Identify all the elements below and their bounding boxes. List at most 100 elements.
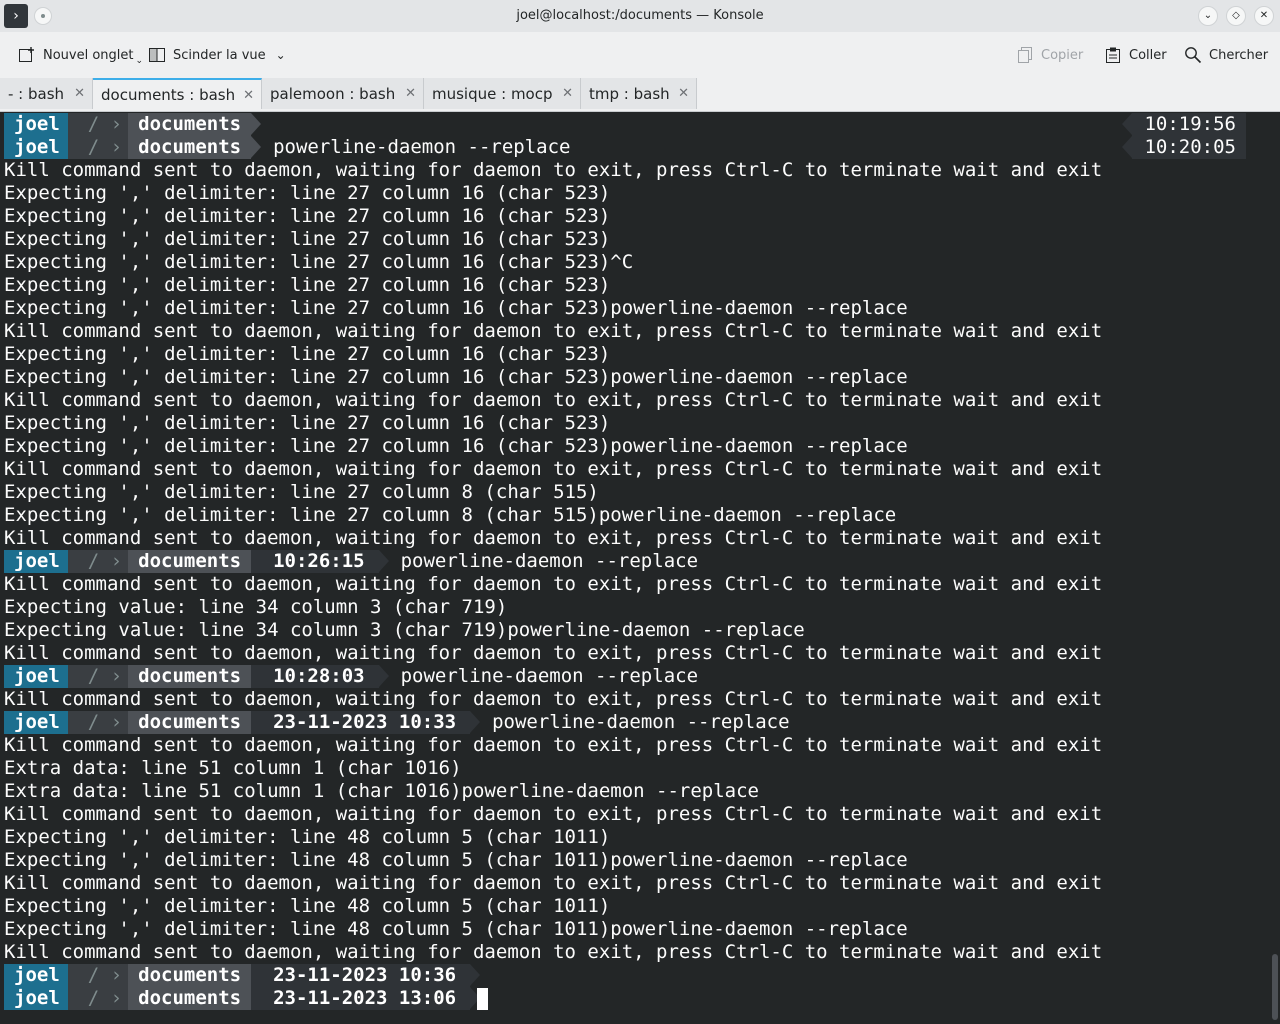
new-tab-icon xyxy=(18,46,36,64)
output-line: Expecting ',' delimiter: line 48 column … xyxy=(4,826,611,848)
prompt-directory: documents xyxy=(128,964,262,987)
output-line: Expecting ',' delimiter: line 27 column … xyxy=(4,297,908,319)
output-line: Expecting ',' delimiter: line 27 column … xyxy=(4,205,611,227)
output-line: Kill command sent to daemon, waiting for… xyxy=(4,642,1103,664)
prompt-root-text: / xyxy=(87,136,100,158)
output-line: Kill command sent to daemon, waiting for… xyxy=(4,573,1103,595)
tab-palemoon[interactable]: palemoon : bash ✕ xyxy=(262,78,424,109)
chevron-down-icon: ⌄ xyxy=(275,48,286,62)
split-view-button[interactable]: Scinder la vue ⌄ xyxy=(148,42,286,68)
close-tab-icon[interactable]: ✕ xyxy=(678,86,689,101)
tab-label: tmp : bash xyxy=(589,84,670,103)
new-tab-label: Nouvel onglet xyxy=(43,47,134,63)
prompt-separator: › xyxy=(110,665,123,687)
output-line: Expecting ',' delimiter: line 27 column … xyxy=(4,182,611,204)
terminal-view[interactable]: joel / › documents 10:19:56 joel / › doc… xyxy=(0,112,1280,1024)
output-line: Expecting ',' delimiter: line 27 column … xyxy=(4,343,611,365)
prompt-separator: › xyxy=(110,711,123,733)
split-view-label: Scinder la vue xyxy=(173,47,266,63)
prompt-root: / › xyxy=(67,987,129,1010)
prompt-directory: documents xyxy=(128,711,262,734)
prompt-user: joel xyxy=(4,550,78,573)
copy-label: Copier xyxy=(1041,47,1084,63)
prompt-root-text: / xyxy=(87,550,100,572)
prompt-user: joel xyxy=(4,665,78,688)
copy-button[interactable]: Copier xyxy=(1016,42,1083,68)
prompt-separator: › xyxy=(110,987,123,1009)
prompt-separator: › xyxy=(110,113,123,135)
search-button[interactable]: Chercher xyxy=(1184,42,1268,68)
window-title: joel@localhost:/documents — Konsole xyxy=(516,8,764,23)
output-line: Expecting ',' delimiter: line 27 column … xyxy=(4,251,634,273)
prompt-root-text: / xyxy=(87,113,100,135)
prompt-directory: documents xyxy=(128,113,262,136)
paste-icon xyxy=(1104,46,1122,64)
output-line: Expecting ',' delimiter: line 27 column … xyxy=(4,481,599,503)
tab-tmp[interactable]: tmp : bash ✕ xyxy=(581,78,697,109)
output-line: Expecting ',' delimiter: line 48 column … xyxy=(4,849,908,871)
minimize-button[interactable]: ⌄ xyxy=(1198,6,1218,26)
prompt-user: joel xyxy=(4,113,78,136)
output-line: Kill command sent to daemon, waiting for… xyxy=(4,734,1103,756)
shell-prompt: joel / › documents xyxy=(4,113,262,136)
prompt-root-text: / xyxy=(87,964,100,986)
shell-prompt: joel / › documents powerline-daemon --re… xyxy=(4,136,571,159)
prompt-time: 10:26:15 xyxy=(251,550,389,573)
prompt-directory: documents xyxy=(128,665,262,688)
output-line: Expecting value: line 34 column 3 (char … xyxy=(4,596,508,618)
output-line: Kill command sent to daemon, waiting for… xyxy=(4,389,1103,411)
search-label: Chercher xyxy=(1209,47,1269,63)
close-button[interactable]: ✕ xyxy=(1254,6,1274,26)
copy-icon xyxy=(1016,46,1034,64)
shell-prompt: joel / › documents 23-11-2023 10:33 powe… xyxy=(4,711,790,734)
shell-prompt: joel / › documents 10:28:03 powerline-da… xyxy=(4,665,698,688)
prompt-time: 23-11-2023 10:33 xyxy=(251,711,481,734)
prompt-root: / › xyxy=(67,136,129,159)
prompt-separator: › xyxy=(110,136,123,158)
output-line: Expecting value: line 34 column 3 (char … xyxy=(4,619,805,641)
tab-musique[interactable]: musique : mocp ✕ xyxy=(424,78,581,109)
shell-prompt: joel / › documents 23-11-2023 13:06 xyxy=(4,987,481,1010)
tab-label: palemoon : bash xyxy=(270,84,396,103)
shell-prompt: joel / › documents 10:26:15 powerline-da… xyxy=(4,550,698,573)
output-line: Expecting ',' delimiter: line 27 column … xyxy=(4,366,908,388)
output-line: Expecting ',' delimiter: line 27 column … xyxy=(4,504,897,526)
output-line: Kill command sent to daemon, waiting for… xyxy=(4,320,1103,342)
chevron-down-icon: ⌄ xyxy=(135,56,144,66)
prompt-user: joel xyxy=(4,711,78,734)
close-tab-icon[interactable]: ✕ xyxy=(562,86,573,101)
output-line: Expecting ',' delimiter: line 48 column … xyxy=(4,895,611,917)
prompt-directory: documents xyxy=(128,136,262,159)
prompt-right-time: 10:20:05 xyxy=(1122,136,1246,159)
prompt-root-text: / xyxy=(87,711,100,733)
output-line: Kill command sent to daemon, waiting for… xyxy=(4,941,1103,963)
tab-documents[interactable]: documents : bash ✕ xyxy=(93,78,262,109)
tab-bash[interactable]: - : bash ✕ xyxy=(0,78,93,109)
paste-button[interactable]: Coller xyxy=(1104,42,1167,68)
prompt-root-text: / xyxy=(87,987,100,1009)
output-line: Expecting ',' delimiter: line 48 column … xyxy=(4,918,908,940)
prompt-root: / › xyxy=(67,711,129,734)
output-line: Expecting ',' delimiter: line 27 column … xyxy=(4,274,611,296)
output-line: Kill command sent to daemon, waiting for… xyxy=(4,458,1103,480)
prompt-root: / › xyxy=(67,665,129,688)
prompt-root-text: / xyxy=(87,665,100,687)
output-line: Expecting ',' delimiter: line 27 column … xyxy=(4,412,611,434)
new-tab-button[interactable]: Nouvel onglet ⌄ xyxy=(18,42,143,68)
shell-prompt: joel / › documents 23-11-2023 10:36 xyxy=(4,964,481,987)
output-line: Kill command sent to daemon, waiting for… xyxy=(4,803,1103,825)
scrollbar[interactable] xyxy=(1272,954,1278,1020)
prompt-time: 23-11-2023 13:06 xyxy=(251,987,481,1010)
command-text: powerline-daemon --replace xyxy=(400,550,699,572)
close-tab-icon[interactable]: ✕ xyxy=(243,88,254,103)
prompt-separator: › xyxy=(110,964,123,986)
command-text: powerline-daemon --replace xyxy=(400,665,699,687)
close-tab-icon[interactable]: ✕ xyxy=(74,86,85,101)
title-bar: › joel@localhost:/documents — Konsole ⌄ … xyxy=(0,0,1280,32)
close-tab-icon[interactable]: ✕ xyxy=(405,86,416,101)
output-line: Extra data: line 51 column 1 (char 1016)… xyxy=(4,780,759,802)
prompt-user: joel xyxy=(4,964,78,987)
maximize-button[interactable]: ◇ xyxy=(1226,6,1246,26)
output-line: Kill command sent to daemon, waiting for… xyxy=(4,688,1103,710)
prompt-root: / › xyxy=(67,550,129,573)
